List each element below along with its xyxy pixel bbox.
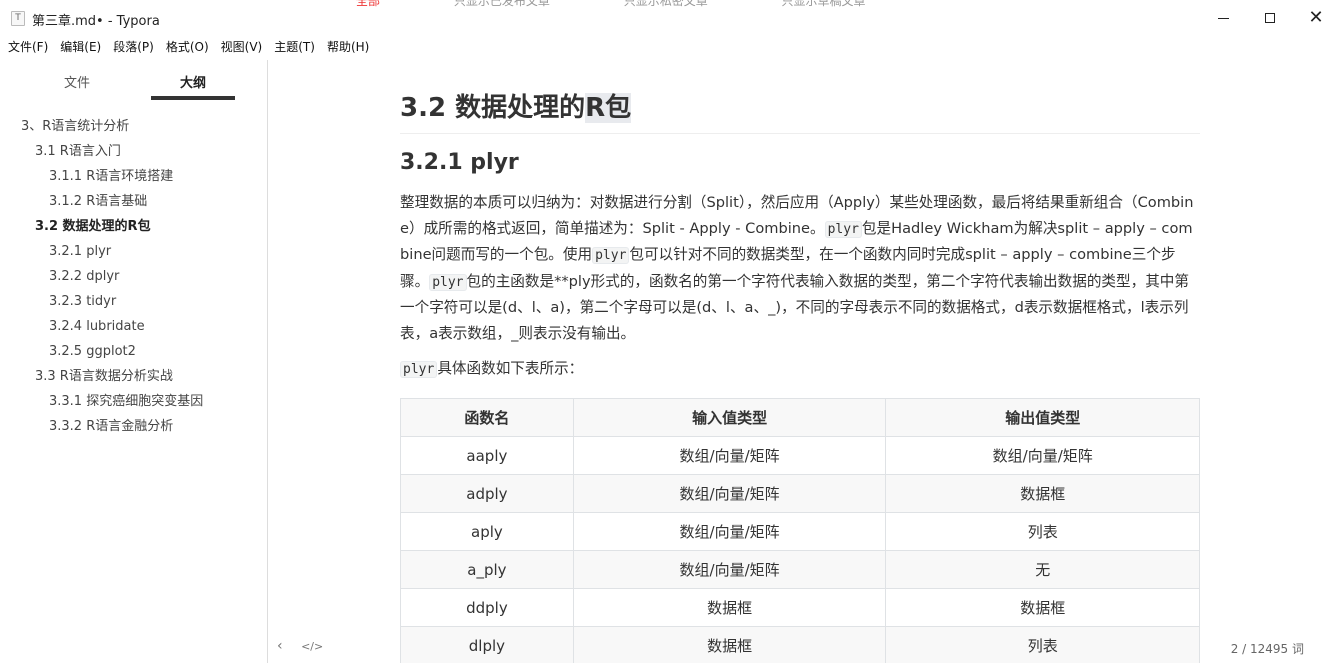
toggle-sidebar-icon[interactable]: ‹ [277,638,283,654]
inline-code: plyr [400,361,438,378]
editor-footer-controls: ‹ </> [277,638,337,654]
outline-item[interactable]: 3.2.4 lubridate [0,314,268,339]
menu-format[interactable]: 格式(O) [166,38,209,55]
menu-edit[interactable]: 编辑(E) [60,38,101,55]
menu-help[interactable]: 帮助(H) [327,38,369,55]
inline-code: plyr [824,220,862,238]
outline-item[interactable]: 3.3.1 探究癌细胞突变基因 [0,389,268,414]
inline-code: plyr [429,273,467,291]
menu-theme[interactable]: 主题(T) [274,38,315,55]
table-cell[interactable]: aply [400,512,574,551]
table-cell[interactable]: dlply [400,626,574,663]
table-cell[interactable]: aaply [400,436,574,475]
minimize-button[interactable] [1211,6,1235,30]
outline-item[interactable]: 3.2.1 plyr [0,239,268,264]
table-cell[interactable]: a_ply [400,550,574,589]
minimize-icon [1217,17,1229,19]
table-header-cell[interactable]: 输入值类型 [572,398,887,437]
table-row: aaply 数组/向量/矩阵 数组/向量/矩阵 [400,436,1200,475]
table-cell[interactable]: 数组/向量/矩阵 [885,436,1200,475]
editor-pane[interactable]: 3.2 数据处理的R包 3.2.1 plyr 整理数据的本质可以归纳为：对数据进… [268,60,1324,663]
table-cell[interactable]: 数组/向量/矩阵 [572,512,887,551]
sidebar: 文件 大纲 3、R语言统计分析 3.1 R语言入门 3.1.1 R语言环境搭建 3.1… [0,60,268,663]
table-header-cell[interactable]: 函数名 [400,398,574,437]
outline-item[interactable]: 3.3 R语言数据分析实战 [0,364,268,389]
menu-file[interactable]: 文件(F) [8,38,48,55]
menu-paragraph[interactable]: 段落(P) [113,38,154,55]
paragraph-text: 包的主函数是**ply形式的，函数名的第一个字符代表输入数据的类型，第二个字符代… [400,272,1189,342]
table-body: aaply 数组/向量/矩阵 数组/向量/矩阵 adply 数组/向量/矩阵 数据框 apl… [400,436,1200,663]
word-count[interactable]: 2 / 12495 词 [1231,640,1304,657]
table-row: adply 数组/向量/矩阵 数据框 [400,474,1200,513]
outline-item[interactable]: 3.1.2 R语言基础 [0,189,268,214]
document: 3.2 数据处理的R包 3.2.1 plyr 整理数据的本质可以归纳为：对数据进… [400,84,1200,663]
heading-h1-highlight: R包 [585,93,632,123]
table-cell[interactable]: 数组/向量/矩阵 [572,436,887,475]
table-cell[interactable]: 列表 [885,512,1200,551]
title-bar: 全部 只显示已发布文章 只显示私密文章 只显示草稿文章 T 第三章.md• - … [0,0,1324,36]
window-title: 第三章.md• - Typora [32,14,160,29]
maximize-button[interactable] [1258,6,1282,30]
table-row: a_ply 数组/向量/矩阵无 [400,550,1200,589]
typora-app-icon: T [11,11,25,26]
menu-view[interactable]: 视图(V) [221,38,263,55]
table-cell[interactable]: 数据框 [572,588,887,627]
outline-item[interactable]: 3、R语言统计分析 [0,114,268,139]
maximize-icon [1265,13,1275,23]
table-cell[interactable]: 数据框 [885,474,1200,513]
table-cell[interactable]: adply [400,474,574,513]
outline-item[interactable]: 3.2 数据处理的R包 [0,214,268,239]
outline-item[interactable]: 3.2.3 tidyr [0,289,268,314]
paragraph-intro[interactable]: 整理数据的本质可以归纳为：对数据进行分割（Split），然后应用（Apply）某… [400,190,1200,346]
menu-bar: 文件(F) 编辑(E) 段落(P) 格式(O) 视图(V) 主题(T) 帮助(H… [0,36,381,56]
table-cell[interactable]: 数组/向量/矩阵 [572,474,887,513]
table-cell[interactable]: 无 [885,550,1200,589]
tab-files[interactable]: 文件 [35,72,119,91]
outline-item[interactable]: 3.1.1 R语言环境搭建 [0,164,268,189]
table-header-row: 函数名 输入值类型 输出值类型 [400,398,1200,437]
inline-code: plyr [592,247,630,264]
outline-item[interactable]: 3.1 R语言入门 [0,139,268,164]
background-tab: 全部 [356,0,381,8]
outline-item[interactable]: 3.3.2 R语言金融分析 [0,414,268,439]
paragraph-text: 具体函数如下表所示： [437,360,584,377]
table-header-cell[interactable]: 输出值类型 [885,398,1200,437]
background-tab: 只显示已发布文章 [453,0,550,8]
background-tab: 只显示私密文章 [623,0,708,8]
active-tab-indicator [151,96,235,100]
table-cell[interactable]: 数据框 [885,588,1200,627]
close-button[interactable]: ✕ [1304,6,1324,30]
table-row: dlply 数据框 列表 [400,626,1200,663]
outline-list: 3、R语言统计分析 3.1 R语言入门 3.1.1 R语言环境搭建 3.1.2 R语言… [0,114,268,439]
heading-h1[interactable]: 3.2 数据处理的R包 [400,84,1200,134]
table-cell[interactable]: ddply [400,588,574,627]
table-cell[interactable]: 列表 [885,626,1200,663]
outline-item[interactable]: 3.2.2 dplyr [0,264,268,289]
sidebar-tabs: 文件 大纲 [0,60,268,102]
table-row: ddply 数据框 数据框 [400,588,1200,627]
heading-h2[interactable]: 3.2.1 plyr [400,148,1200,178]
paragraph-table-intro[interactable]: plyr 具体函数如下表所示： [400,356,1200,382]
outline-item[interactable]: 3.2.5 ggplot2 [0,339,268,364]
heading-h1-text: 3.2 数据处理的 [400,93,586,123]
table-cell[interactable]: 数据框 [572,626,887,663]
tab-outline[interactable]: 大纲 [151,72,235,91]
close-icon: ✕ [1308,7,1324,28]
function-table[interactable]: 函数名 输入值类型 输出值类型 aaply 数组/向量/矩阵 数组/向量/矩阵 adp… [400,398,1200,663]
table-row: aply 数组/向量/矩阵 列表 [400,512,1200,551]
table-cell[interactable]: 数组/向量/矩阵 [572,550,887,589]
background-tab: 只显示草稿文章 [781,0,866,8]
background-tabs: 全部 只显示已发布文章 只显示私密文章 只显示草稿文章 [356,0,936,8]
source-code-mode-icon[interactable]: </> [301,640,323,653]
